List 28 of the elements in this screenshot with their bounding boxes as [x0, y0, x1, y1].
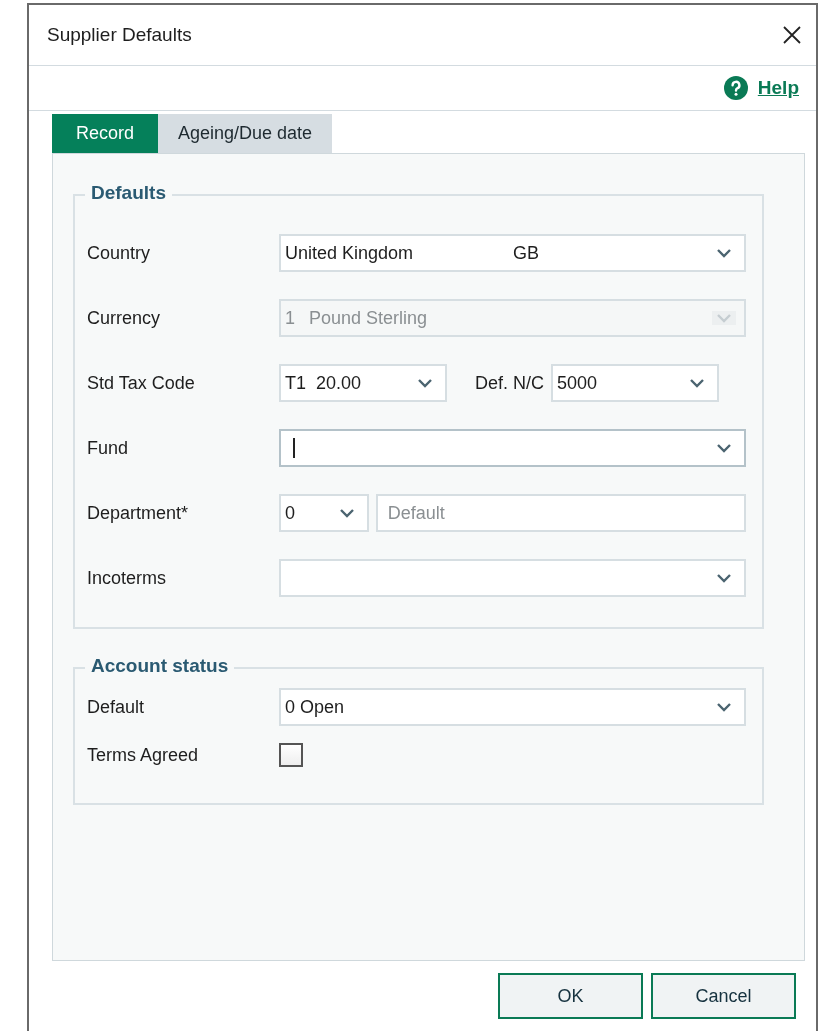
field-label: Currency — [87, 307, 162, 329]
help-icon[interactable] — [723, 76, 748, 100]
dropdown-field[interactable]: T1 20.00 — [279, 364, 447, 402]
field-label: Department* — [87, 502, 190, 524]
text-field[interactable]: Default — [375, 494, 746, 532]
dropdown-field[interactable]: 0 Open — [279, 688, 746, 726]
dropdown-field[interactable]: United Kingdom GB — [279, 234, 746, 272]
help-link[interactable]: Help — [757, 77, 799, 99]
close-icon[interactable] — [782, 25, 802, 45]
dropdown-field[interactable] — [279, 559, 746, 597]
ok-button[interactable]: OK — [498, 973, 643, 1019]
field-label: Std Tax Code — [87, 372, 196, 394]
field-label: Def. N/C — [475, 372, 544, 394]
field-label: Fund — [87, 437, 130, 459]
checkbox[interactable] — [279, 743, 303, 767]
tab[interactable]: Record — [52, 114, 159, 153]
cancel-button[interactable]: Cancel — [651, 973, 796, 1019]
dropdown-field[interactable]: 5000 — [551, 364, 719, 402]
field-label: Terms Agreed — [87, 744, 200, 766]
text-cursor — [293, 438, 295, 458]
dropdown-field[interactable] — [279, 429, 746, 467]
window-title: Supplier Defaults — [47, 24, 192, 46]
field-label: Country — [87, 242, 152, 264]
tab[interactable]: Ageing/Due date — [158, 114, 333, 153]
field-label: Default — [87, 696, 146, 718]
chevron-down-icon — [712, 311, 736, 325]
field-label: Incoterms — [87, 567, 168, 589]
dropdown-field[interactable]: 0 — [279, 494, 369, 532]
